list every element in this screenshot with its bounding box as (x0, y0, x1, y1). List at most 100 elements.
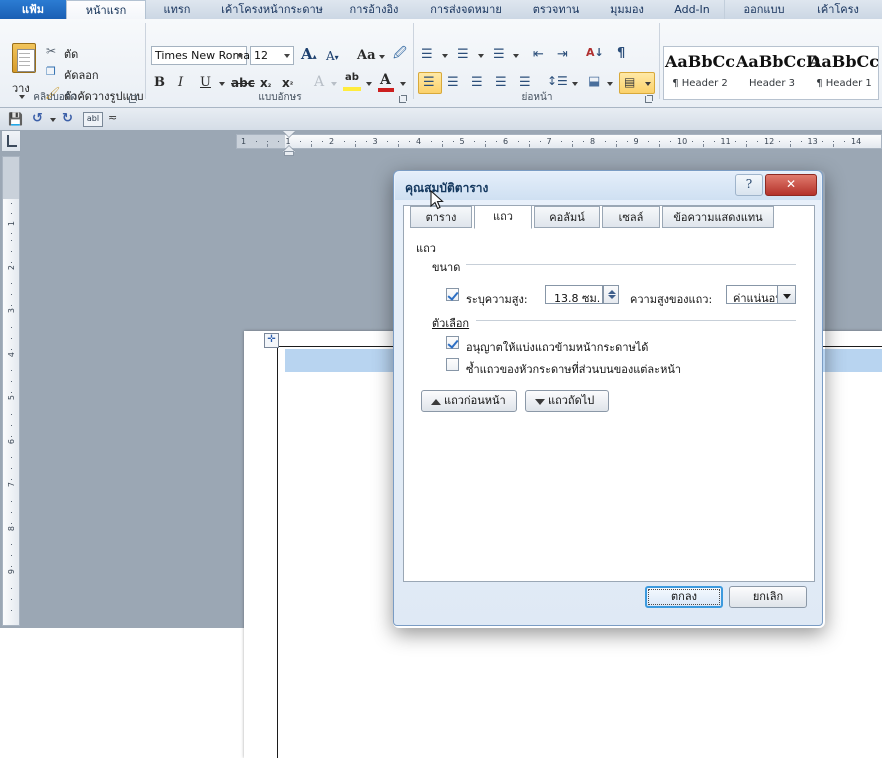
font-size-combo[interactable]: 12 (250, 46, 294, 65)
dialog-tab-1[interactable]: แถว (474, 205, 532, 229)
height-spinner[interactable] (603, 285, 619, 304)
height-value-field[interactable]: 13.8 ซม. (545, 285, 603, 305)
strikethrough-icon[interactable]: abc (231, 77, 255, 89)
ok-button[interactable]: ตกลง (645, 586, 723, 608)
multilevel-chevron-down-icon[interactable] (513, 54, 519, 58)
justify-icon[interactable]: ☰ (495, 76, 507, 89)
shrink-font-icon[interactable]: A▾ (326, 50, 339, 62)
ribbon-tab-0[interactable]: แฟ้ม (0, 0, 66, 19)
copy-icon[interactable]: ❐ (46, 66, 56, 77)
save-icon[interactable]: 💾 (8, 113, 23, 125)
highlight-color-icon[interactable]: ab (345, 73, 359, 83)
decrease-indent-icon[interactable]: ⇤ (533, 48, 544, 61)
font-dialog-launcher[interactable] (398, 94, 408, 104)
font-color-chevron-down-icon[interactable] (400, 82, 406, 86)
table-move-handle[interactable]: ✛ (264, 333, 279, 348)
dialog-tab-2[interactable]: คอลัมน์ (534, 206, 600, 228)
align-right-icon[interactable]: ☰ (471, 76, 483, 89)
ribbon-tab-4[interactable]: การอ้างอิง (334, 0, 414, 19)
styles-gallery[interactable]: AaBbCc ¶ Header 2 AaBbCcD Header 3 AaBbCc ¶ H… (663, 46, 879, 100)
subscript-icon[interactable]: x₂ (260, 77, 271, 89)
underline-chevron-down-icon[interactable] (219, 82, 225, 86)
allow-row-break-label[interactable]: อนุญาตให้แบ่งแถวข้ามหน้ากระดาษได้ (466, 338, 648, 356)
style-item-1[interactable]: AaBbCcD Header 3 (736, 47, 820, 99)
paragraph-dialog-launcher[interactable] (644, 94, 654, 104)
repeat-header-checkbox[interactable] (446, 358, 459, 371)
ribbon-tab-3[interactable]: เค้าโครงหน้ากระดาษ (210, 0, 334, 19)
dialog-tab-3[interactable]: เซลล์ (602, 206, 660, 228)
change-case-chevron-down-icon[interactable] (379, 55, 385, 59)
cancel-button[interactable]: ยกเลิก (729, 586, 807, 608)
next-row-button[interactable]: แถวถัดไป (525, 390, 609, 412)
vertical-ruler[interactable]: 123456789 (2, 156, 20, 626)
sort-icon[interactable]: A↓ (586, 47, 604, 58)
increase-indent-icon[interactable]: ⇥ (557, 48, 568, 61)
dialog-title-bar[interactable]: คุณสมบัติตาราง ? ✕ (395, 172, 821, 200)
undo-chevron-down-icon[interactable] (50, 118, 56, 122)
previous-row-button[interactable]: แถวก่อนหน้า (421, 390, 517, 412)
row-height-mode-dropdown[interactable]: ค่าแน่นอน (726, 285, 796, 305)
indent-markers[interactable] (283, 131, 295, 156)
thai-distributed-icon[interactable]: ☰ (519, 76, 531, 89)
shading-icon[interactable]: ⬓ (588, 75, 600, 88)
tab-stop-selector[interactable] (1, 130, 21, 152)
ribbon-tab-6[interactable]: ตรวจทาน (518, 0, 594, 19)
cut-icon[interactable]: ✂ (46, 45, 56, 57)
spinner-up-icon[interactable] (608, 290, 616, 294)
font-color-icon[interactable]: A (380, 73, 391, 87)
highlight-chevron-down-icon[interactable] (366, 82, 372, 86)
numbering-chevron-down-icon[interactable] (478, 54, 484, 58)
font-name-combo[interactable]: Times New Roma (151, 46, 250, 65)
numbering-icon[interactable]: ☰ (457, 48, 469, 61)
cut-label[interactable]: ตัด (64, 45, 78, 63)
close-icon[interactable]: ✕ (765, 174, 817, 196)
font-size-chevron-down-icon[interactable] (284, 54, 290, 58)
ribbon-tab-2[interactable]: แทรก (144, 0, 210, 19)
show-paragraph-marks-icon[interactable]: ¶ (617, 47, 625, 60)
clear-formatting-icon[interactable]: 🖉 (393, 47, 407, 60)
superscript-icon[interactable]: x² (282, 77, 293, 89)
change-case-icon[interactable]: Aa (357, 49, 376, 62)
copy-label[interactable]: คัดลอก (64, 66, 99, 84)
paste-icon[interactable] (10, 43, 36, 75)
clipboard-dialog-launcher[interactable] (128, 94, 138, 104)
italic-icon[interactable]: I (178, 76, 183, 89)
align-left-icon[interactable]: ☰ (423, 76, 435, 89)
undo-icon[interactable]: ↺ (32, 112, 43, 125)
underline-icon[interactable]: U (200, 76, 211, 89)
spinner-down-icon[interactable] (608, 295, 616, 299)
style-item-0[interactable]: AaBbCc ¶ Header 2 (664, 47, 736, 99)
customize-qat-icon[interactable]: ≂ (108, 112, 117, 123)
ruler-dot (844, 141, 846, 142)
specify-height-label[interactable]: ระบุความสูง: (466, 290, 528, 308)
shading-chevron-down-icon[interactable] (607, 82, 613, 86)
ribbon-tab-10[interactable]: เค้าโครง (802, 0, 874, 19)
line-spacing-chevron-down-icon[interactable] (572, 82, 578, 86)
dialog-tab-4[interactable]: ข้อความแสดงแทน (662, 206, 774, 228)
row-height-chevron-down-icon[interactable] (777, 286, 795, 303)
style-item-2[interactable]: AaBbCc ¶ Header 1 (808, 47, 878, 99)
repeat-header-label[interactable]: ซ้ำแถวของหัวกระดาษที่ส่วนบนของแต่ละหน้า (466, 360, 681, 378)
ribbon-tab-8[interactable]: Add-In (660, 0, 724, 19)
align-center-icon[interactable]: ☰ (447, 76, 459, 89)
allow-row-break-checkbox[interactable] (446, 336, 459, 349)
specify-height-checkbox[interactable] (446, 288, 459, 301)
ribbon-tab-7[interactable]: มุมมอง (594, 0, 660, 19)
horizontal-ruler[interactable]: 1 1 2 3 4 5 6 7 8 9 10 11 12 13 14 (236, 134, 882, 149)
redo-icon[interactable]: ↻ (62, 112, 73, 125)
font-name-chevron-down-icon[interactable] (237, 54, 243, 58)
bullets-icon[interactable]: ☰ (421, 48, 433, 61)
help-icon[interactable]: ? (735, 174, 763, 196)
field-shading-icon[interactable]: abl (83, 112, 103, 127)
ribbon-tab-9[interactable]: ออกแบบ (724, 0, 803, 19)
borders-chevron-down-icon[interactable] (645, 82, 651, 86)
bullets-chevron-down-icon[interactable] (442, 54, 448, 58)
multilevel-list-icon[interactable]: ☰ (493, 48, 505, 61)
bold-icon[interactable]: B (154, 76, 165, 89)
ruler-tabstop-mark (833, 144, 835, 147)
ribbon-tab-1[interactable]: หน้าแรก (66, 0, 146, 20)
borders-icon[interactable]: ▤ (624, 76, 635, 88)
ribbon-tab-5[interactable]: การส่งจดหมาย (414, 0, 518, 19)
grow-font-icon[interactable]: A▴ (301, 47, 317, 62)
line-spacing-icon[interactable]: ↕☰ (547, 75, 568, 87)
